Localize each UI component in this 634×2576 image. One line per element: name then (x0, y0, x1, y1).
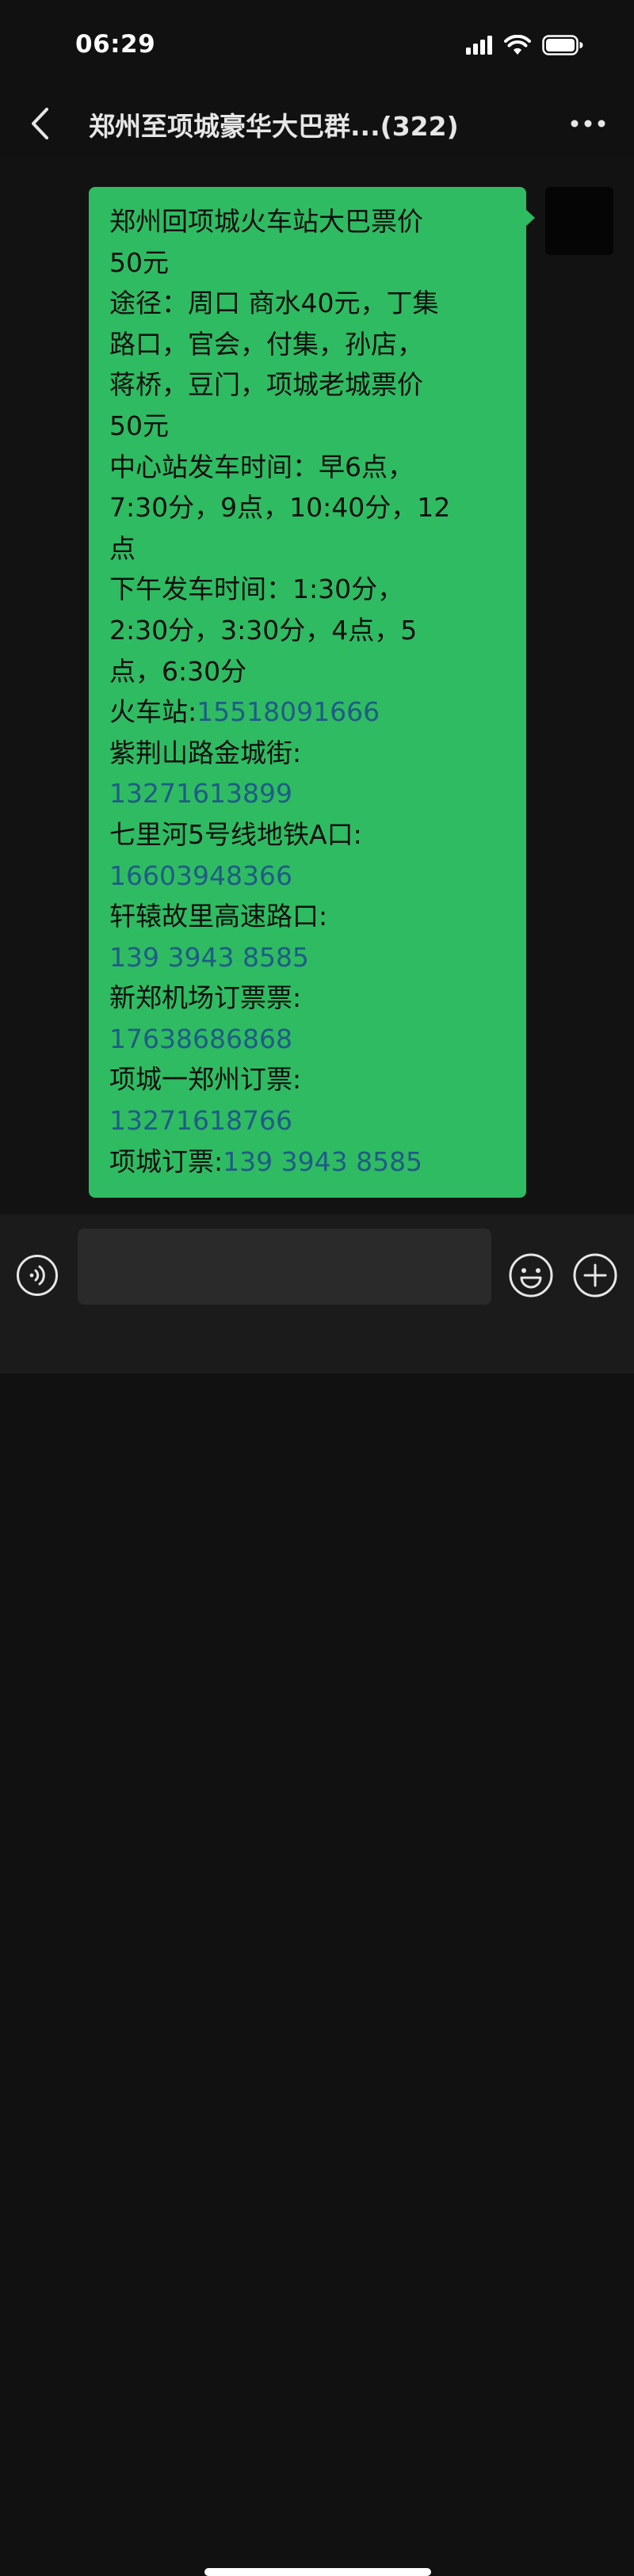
message-line: 路口，官会，付集，孙店， (109, 324, 506, 365)
message-line-text: 路口，官会，付集，孙店， (109, 328, 423, 360)
message-line: 郑州回项城火车站大巴票价 (109, 201, 506, 242)
message-line: 途径：周口 商水40元，丁集 (109, 283, 506, 324)
message-line-text: 中心站发车时间：早6点， (109, 451, 414, 482)
message-line-text: 点 (109, 532, 136, 564)
message-line: 点，6:30分 (109, 651, 506, 692)
chat-title-name: 郑州至项城豪华大巴群... (89, 111, 380, 142)
chat-area[interactable]: 郑州回项城火车站大巴票价 50元 途径：周口 商水40元，丁集 路口，官会，付集，孙店… (0, 157, 634, 1214)
message-line: 轩辕故里高速路口: (109, 896, 506, 937)
chevron-left-icon (29, 107, 50, 140)
message-line-text: 途径：周口 商水40元，丁集 (109, 288, 439, 319)
phone-link[interactable]: 17638686868 (109, 1023, 292, 1054)
more-button[interactable] (564, 105, 612, 143)
message-line-text: 项城一郑州订票: (109, 1064, 302, 1096)
message-line: 项城一郑州订票: (109, 1059, 506, 1100)
wifi-icon (504, 35, 531, 55)
message-line: 七里河5号线地铁A口: (109, 814, 506, 855)
phone-link[interactable]: 139 3943 8585 (109, 942, 309, 973)
message-line-text: 下午发车时间：1:30分， (109, 574, 404, 605)
message-line-text: 点，6:30分 (109, 655, 247, 687)
emoji-icon (508, 1252, 554, 1298)
message-line: 16603948366 (109, 855, 506, 897)
plus-button[interactable] (572, 1252, 618, 1298)
phone-link[interactable]: 13271618766 (109, 1105, 292, 1136)
message-line: 17638686868 (109, 1019, 506, 1060)
voice-icon (16, 1254, 59, 1297)
message-line-text: 新郑机场订票票: (109, 982, 302, 1014)
avatar[interactable] (545, 187, 613, 255)
status-time: 06:29 (75, 30, 156, 59)
message-bubble[interactable]: 郑州回项城火车站大巴票价 50元 途径：周口 商水40元，丁集 路口，官会，付集，孙店… (89, 187, 535, 1198)
voice-button[interactable] (16, 1254, 59, 1297)
battery-icon (542, 35, 583, 55)
message-text: 郑州回项城火车站大巴票价 50元 途径：周口 商水40元，丁集 路口，官会，付集，孙店… (109, 201, 506, 1182)
message-line-text: 项城订票: (109, 1145, 223, 1177)
message-line: 点 (109, 528, 506, 570)
signal-icon (466, 36, 493, 55)
input-bar (0, 1214, 634, 2576)
bubble-tail (525, 209, 535, 227)
message-line: 蒋桥，豆门，项城老城票价 (109, 364, 506, 406)
phone-link[interactable]: 13271613899 (109, 778, 292, 809)
message-line-text: 紫荆山路金城街: (109, 737, 302, 768)
message-line-text: 火车站: (109, 696, 197, 728)
message-line: 中心站发车时间：早6点， (109, 447, 506, 488)
phone-link[interactable]: 16603948366 (109, 860, 292, 891)
status-icons (466, 35, 583, 55)
message-line-text: 蒋桥，豆门，项城老城票价 (109, 369, 423, 401)
message-line: 紫荆山路金城街: (109, 733, 506, 774)
message-line: 13271613899 (109, 773, 506, 814)
emoji-button[interactable] (508, 1252, 554, 1298)
message-line-text: 50元 (109, 410, 169, 441)
message-line: 50元 (109, 406, 506, 447)
message-line-text: 7:30分，9点，10:40分，12 (109, 492, 451, 524)
message-line-text: 50元 (109, 246, 169, 278)
message-line: 新郑机场订票票: (109, 977, 506, 1019)
message-line: 项城订票:139 3943 8585 (109, 1141, 506, 1183)
message-line: 火车站:15518091666 (109, 692, 506, 733)
back-button[interactable] (21, 103, 59, 144)
phone-link[interactable]: 139 3943 8585 (223, 1146, 422, 1177)
more-dots-icon (571, 120, 605, 128)
message-line: 下午发车时间：1:30分， (109, 569, 506, 610)
message-line: 13271618766 (109, 1100, 506, 1141)
member-count: (322) (380, 111, 459, 142)
plus-icon (572, 1252, 618, 1298)
message-line-text: 七里河5号线地铁A口: (109, 818, 362, 850)
message-line-text: 轩辕故里高速路口: (109, 901, 328, 932)
message-input[interactable] (78, 1229, 491, 1305)
message-line: 139 3943 8585 (109, 937, 506, 978)
chat-title: 郑州至项城豪华大巴群...(322) (89, 105, 533, 143)
phone-link[interactable]: 15518091666 (197, 696, 380, 727)
message-line: 7:30分，9点，10:40分，12 (109, 487, 506, 528)
chat-header: 郑州至项城豪华大巴群...(322) (0, 93, 634, 154)
message-line-text: 2:30分，3:30分，4点，5 (109, 614, 418, 646)
home-indicator (204, 2568, 431, 2576)
message-line-text: 郑州回项城火车站大巴票价 (109, 206, 423, 237)
status-bar: 06:29 (0, 0, 634, 93)
message-line: 2:30分，3:30分，4点，5 (109, 610, 506, 651)
message-line: 50元 (109, 242, 506, 284)
